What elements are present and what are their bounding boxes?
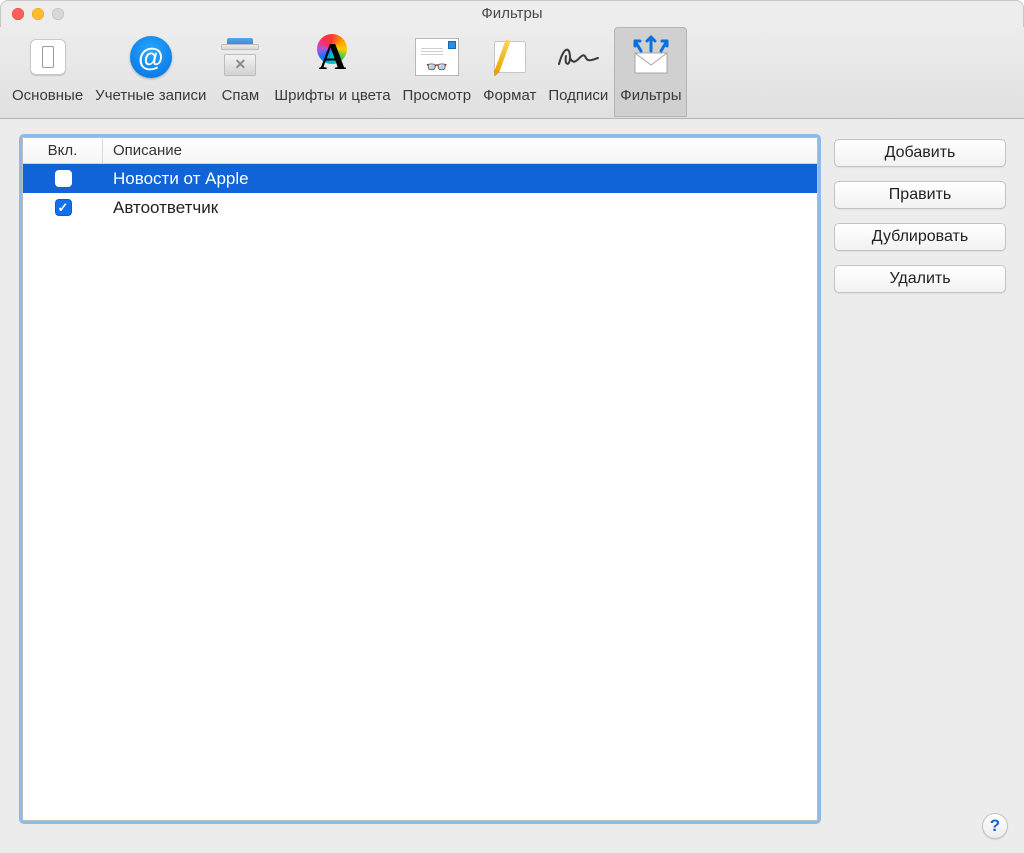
help-button[interactable]: ? [982, 813, 1008, 839]
tab-fonts[interactable]: A Шрифты и цвета [268, 27, 396, 117]
delete-rule-button[interactable]: Удалить [834, 265, 1006, 293]
rule-row[interactable]: Новости от Apple [23, 164, 817, 193]
rules-list[interactable]: Вкл. Описание Новости от Apple Автоответ… [22, 137, 818, 821]
tab-fonts-label: Шрифты и цвета [274, 87, 390, 104]
rules-pane: Вкл. Описание Новости от Apple Автоответ… [0, 119, 1024, 853]
rules-buttons: Добавить Править Дублировать Удалить [834, 139, 1006, 831]
tab-general-label: Основные [12, 87, 83, 104]
minimize-window-button[interactable] [32, 8, 44, 20]
rule-enabled-checkbox[interactable] [55, 199, 72, 216]
fonts-colors-icon: A [311, 36, 353, 78]
tab-rules[interactable]: Фильтры [614, 27, 687, 117]
close-window-button[interactable] [12, 8, 24, 20]
tab-accounts[interactable]: @ Учетные записи [89, 27, 212, 117]
tab-general[interactable]: Основные [6, 27, 89, 117]
preferences-window: Фильтры Основные @ Учетные записи ✕ Спам [0, 0, 1024, 853]
composing-icon [490, 37, 530, 77]
column-enabled[interactable]: Вкл. [23, 138, 103, 163]
preferences-toolbar: Основные @ Учетные записи ✕ Спам A [0, 27, 1024, 119]
tab-rules-label: Фильтры [620, 87, 681, 104]
rules-icon [629, 37, 673, 77]
tab-junk[interactable]: ✕ Спам [212, 27, 268, 117]
rule-row[interactable]: Автоответчик [23, 193, 817, 222]
edit-rule-button[interactable]: Править [834, 181, 1006, 209]
duplicate-rule-button[interactable]: Дублировать [834, 223, 1006, 251]
general-icon [30, 39, 66, 75]
window-title: Фильтры [0, 5, 1024, 22]
rule-description: Автоответчик [103, 198, 817, 218]
tab-viewing-label: Просмотр [403, 87, 472, 104]
viewing-icon: 👓 [415, 38, 459, 76]
rules-list-header: Вкл. Описание [23, 138, 817, 164]
column-description[interactable]: Описание [103, 138, 817, 163]
tab-composing-label: Формат [483, 87, 536, 104]
window-controls [12, 8, 64, 20]
zoom-window-button[interactable] [52, 8, 64, 20]
rule-enabled-checkbox[interactable] [55, 170, 72, 187]
tab-accounts-label: Учетные записи [95, 87, 206, 104]
titlebar: Фильтры [0, 0, 1024, 27]
add-rule-button[interactable]: Добавить [834, 139, 1006, 167]
signature-icon [556, 39, 600, 75]
tab-signatures-label: Подписи [548, 87, 608, 104]
tab-composing[interactable]: Формат [477, 27, 542, 117]
tab-viewing[interactable]: 👓 Просмотр [397, 27, 478, 117]
rule-description: Новости от Apple [103, 169, 817, 189]
at-icon: @ [130, 36, 172, 78]
rules-rows: Новости от Apple Автоответчик [23, 164, 817, 820]
trash-icon: ✕ [221, 38, 259, 76]
tab-signatures[interactable]: Подписи [542, 27, 614, 117]
tab-junk-label: Спам [222, 87, 260, 104]
